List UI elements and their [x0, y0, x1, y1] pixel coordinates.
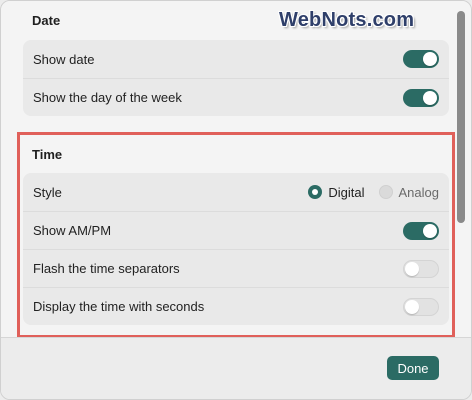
watermark-logo: WebNots.com	[279, 9, 415, 31]
show-am-pm-label: Show AM/PM	[33, 223, 112, 238]
time-section-title: Time	[32, 147, 63, 162]
settings-content: Date Show date Show the day of the week …	[1, 1, 471, 337]
style-row: Style Digital Analog	[23, 173, 449, 211]
clock-settings-sheet: Date Show date Show the day of the week …	[0, 0, 472, 400]
style-option-analog[interactable]: Analog	[378, 184, 439, 200]
style-radio-group: Digital Analog	[308, 185, 439, 200]
digital-radio-button[interactable]	[308, 185, 323, 199]
display-seconds-toggle[interactable]	[403, 297, 439, 316]
flash-time-separators-row: Flash the time separators	[23, 249, 449, 287]
date-group: Show date Show the day of the week	[23, 40, 449, 116]
toggle-knob	[423, 223, 437, 238]
done-button[interactable]: Done	[387, 356, 439, 380]
flash-time-separators-label: Flash the time separators	[33, 261, 180, 276]
flash-time-separators-toggle[interactable]	[403, 259, 439, 278]
show-date-label: Show date	[33, 51, 95, 67]
show-am-pm-row: Show AM/PM	[23, 211, 449, 249]
show-date-row: Show date	[23, 40, 449, 78]
display-seconds-label: Display the time with seconds	[33, 299, 205, 314]
show-day-of-week-row: Show the day of the week	[23, 78, 449, 116]
analog-radio-button[interactable]	[378, 185, 393, 199]
toggle-knob	[405, 299, 419, 314]
vertical-scrollbar[interactable]	[457, 11, 465, 223]
toggle-knob	[423, 52, 437, 66]
show-day-of-week-label: Show the day of the week	[33, 90, 182, 105]
toggle-knob	[423, 90, 437, 105]
sheet-footer: Done	[1, 337, 471, 399]
time-group: Style Digital Analog Show AM/PM Flash th…	[23, 173, 449, 325]
display-seconds-row: Display the time with seconds	[23, 287, 449, 325]
toggle-knob	[405, 261, 419, 276]
date-section-title: Date	[32, 13, 61, 28]
analog-label: Analog	[398, 184, 439, 200]
style-label: Style	[33, 184, 62, 200]
style-option-digital[interactable]: Digital	[308, 184, 365, 200]
digital-label: Digital	[328, 184, 365, 200]
show-day-of-week-toggle[interactable]	[403, 88, 439, 107]
show-am-pm-toggle[interactable]	[403, 221, 439, 240]
show-date-toggle[interactable]	[403, 50, 439, 68]
